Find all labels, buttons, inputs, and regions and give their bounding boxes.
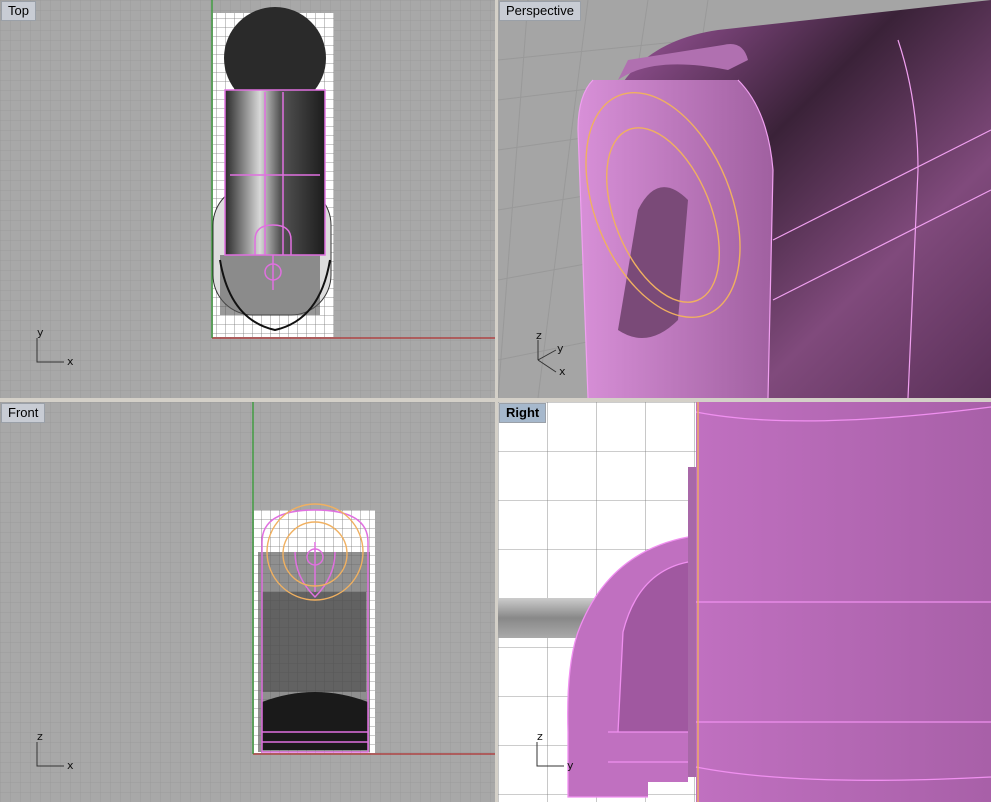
viewport-front[interactable]: Front z x bbox=[0, 402, 495, 802]
viewport-perspective[interactable]: Perspective z y x bbox=[498, 0, 991, 398]
perspective-view-canvas[interactable]: z y x bbox=[498, 0, 991, 398]
svg-text:x: x bbox=[67, 759, 74, 772]
viewport-top[interactable]: Top y x bbox=[0, 0, 495, 398]
machine-perspective-object[interactable] bbox=[578, 0, 991, 398]
viewport-title-top[interactable]: Top bbox=[1, 1, 36, 21]
top-view-canvas[interactable]: y x bbox=[0, 0, 495, 398]
svg-text:y: y bbox=[557, 342, 564, 355]
viewport-title-perspective[interactable]: Perspective bbox=[499, 1, 581, 21]
right-view-canvas[interactable]: z y bbox=[498, 402, 991, 802]
svg-text:y: y bbox=[37, 326, 44, 339]
machine-top-object[interactable] bbox=[212, 7, 332, 332]
svg-text:x: x bbox=[559, 365, 566, 378]
viewport-title-front[interactable]: Front bbox=[1, 403, 46, 423]
front-view-canvas[interactable]: z x bbox=[0, 402, 495, 802]
viewport-right[interactable]: Right z y bbox=[498, 402, 991, 802]
svg-text:z: z bbox=[37, 730, 43, 743]
svg-text:y: y bbox=[567, 759, 574, 772]
viewport-title-right[interactable]: Right bbox=[499, 403, 547, 423]
svg-text:z: z bbox=[536, 329, 542, 342]
svg-text:z: z bbox=[537, 730, 543, 743]
svg-text:x: x bbox=[67, 355, 74, 368]
